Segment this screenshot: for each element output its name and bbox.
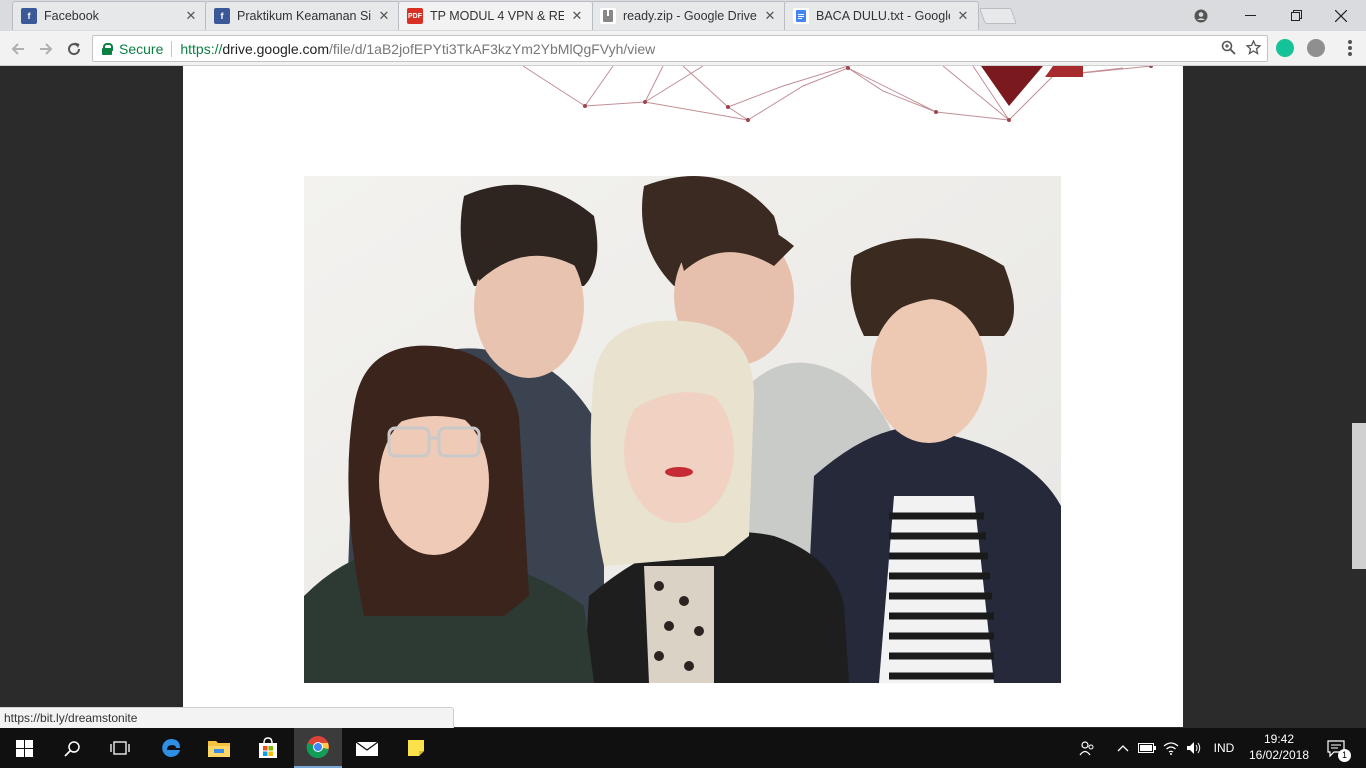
chrome-menu-button[interactable] (1343, 38, 1357, 58)
decorative-header-graphic (522, 66, 1153, 122)
forward-button[interactable] (34, 37, 58, 61)
facebook-icon: f (21, 8, 37, 24)
doc-icon (793, 8, 809, 24)
tab-title: TP MODUL 4 VPN & REM (430, 9, 564, 23)
lock-icon (102, 42, 113, 55)
input-language[interactable]: IND (1208, 728, 1240, 768)
volume-icon[interactable] (1183, 728, 1205, 768)
tab-baca-dulu[interactable]: BACA DULU.txt - Google ✕ (784, 1, 979, 30)
facebook-icon: f (214, 8, 230, 24)
grammarly-extension-icon[interactable] (1276, 39, 1294, 57)
clock-time: 19:42 (1263, 732, 1295, 746)
bookmark-star-icon[interactable] (1245, 39, 1262, 59)
secure-label: Secure (119, 40, 164, 57)
tab-facebook[interactable]: f Facebook ✕ (12, 1, 207, 30)
tab-title: ready.zip - Google Drive (623, 9, 757, 23)
search-icon[interactable] (48, 728, 96, 768)
edge-icon[interactable] (147, 728, 195, 768)
document-page (183, 66, 1183, 727)
people-icon[interactable] (1074, 728, 1100, 768)
close-window-button[interactable] (1318, 0, 1364, 31)
sticky-notes-icon[interactable] (392, 728, 440, 768)
close-icon[interactable]: ✕ (956, 8, 970, 24)
tab-tp-modul[interactable]: PDF TP MODUL 4 VPN & REM ✕ (398, 1, 593, 30)
clock-date: 16/02/2018 (1248, 748, 1310, 762)
tab-praktikum[interactable]: f Praktikum Keamanan Sist ✕ (205, 1, 400, 30)
browser-toolbar: Secure https:// drive.google.com /file/d… (0, 31, 1366, 66)
zoom-icon[interactable] (1221, 40, 1236, 59)
new-tab-button[interactable] (979, 8, 1017, 24)
clock[interactable]: 19:42 16/02/2018 (1244, 731, 1314, 763)
document-viewer (0, 66, 1366, 727)
band-photo (304, 176, 1061, 683)
extension-icon[interactable] (1307, 39, 1325, 57)
store-icon[interactable] (244, 728, 292, 768)
windows-taskbar: IND 19:42 16/02/2018 1 (0, 728, 1366, 768)
mail-icon[interactable] (343, 728, 391, 768)
pdf-icon: PDF (407, 8, 423, 24)
minimize-button[interactable] (1227, 0, 1273, 31)
tab-ready-zip[interactable]: ready.zip - Google Drive ✕ (591, 1, 786, 30)
zip-icon (600, 8, 616, 24)
tab-title: Facebook (44, 9, 99, 23)
close-icon[interactable]: ✕ (184, 8, 198, 24)
chrome-taskbar-icon[interactable] (294, 728, 342, 768)
wifi-icon[interactable] (1160, 728, 1182, 768)
action-center-icon[interactable]: 1 (1318, 728, 1354, 768)
divider (171, 40, 173, 57)
url-scheme: https:// (180, 40, 223, 57)
close-icon[interactable]: ✕ (377, 8, 391, 24)
tab-title: Praktikum Keamanan Sist (237, 9, 371, 23)
profile-icon[interactable] (1178, 0, 1224, 31)
file-explorer-icon[interactable] (195, 728, 243, 768)
url-host: drive.google.com (222, 40, 330, 57)
battery-icon[interactable] (1136, 728, 1158, 768)
status-link-preview: https://bit.ly/dreamstonite (0, 707, 454, 728)
task-view-icon[interactable] (96, 728, 144, 768)
close-icon[interactable]: ✕ (570, 8, 584, 24)
reload-button[interactable] (62, 37, 86, 61)
restore-button[interactable] (1273, 0, 1319, 31)
tab-strip: f Facebook ✕ f Praktikum Keamanan Sist ✕… (0, 0, 1366, 31)
back-button[interactable] (6, 37, 30, 61)
url-path: /file/d/1aB2jofEPYti3TkAF3kzYm2YbMlQgFVy… (329, 40, 656, 57)
close-icon[interactable]: ✕ (763, 8, 777, 24)
address-bar[interactable]: Secure https:// drive.google.com /file/d… (92, 35, 1268, 62)
notification-count: 1 (1338, 749, 1351, 762)
start-button[interactable] (0, 728, 48, 768)
chevron-up-icon[interactable] (1112, 728, 1134, 768)
tab-title: BACA DULU.txt - Google (816, 9, 950, 23)
scrollbar-thumb[interactable] (1352, 423, 1366, 569)
